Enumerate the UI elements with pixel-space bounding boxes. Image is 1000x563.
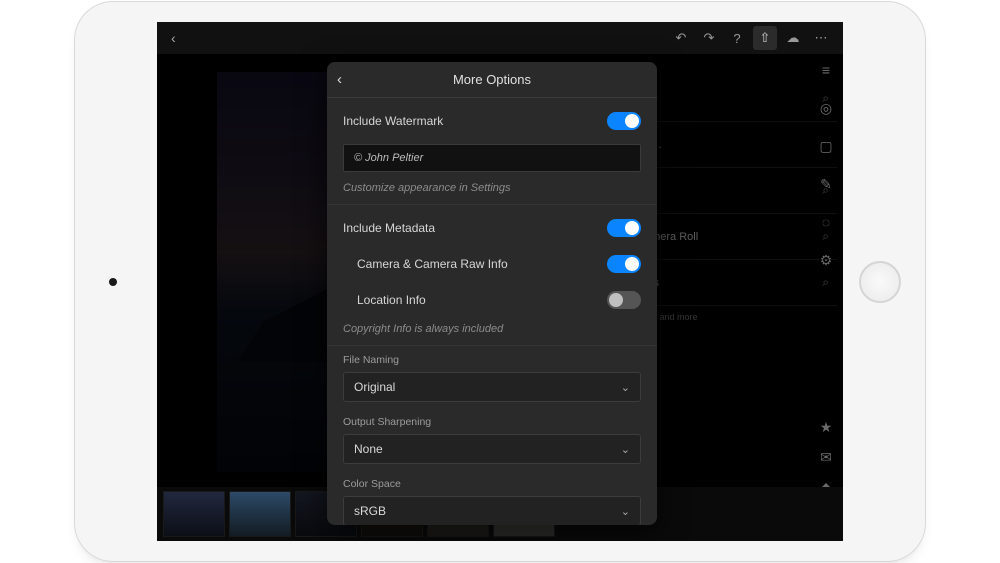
chevron-down-icon: ⌄ bbox=[621, 443, 630, 456]
filmstrip-thumb[interactable] bbox=[163, 491, 225, 537]
redo-icon[interactable]: ↷ bbox=[697, 26, 721, 50]
share-background-list: ⌕ e… ⌕ amera Roll ⌕ les ⌕ ing and more bbox=[637, 76, 837, 328]
ipad-frame: ‹ ↶ ↷ ? ⇧ ☁ ⋯ ≡ ◎ ▢ ✎ ◌ ⚙ ★ ✉ ◆ ⓘ bbox=[75, 2, 925, 561]
share-row[interactable]: ⌕ bbox=[637, 76, 837, 122]
file-naming-label: File Naming bbox=[343, 354, 641, 366]
ipad-home-button[interactable] bbox=[859, 261, 901, 303]
watermark-section: Include Watermark Customize appearance i… bbox=[327, 98, 657, 205]
toggle-pair-icon: ⌕ bbox=[822, 275, 829, 290]
popover-back-icon[interactable]: ‹ bbox=[337, 71, 342, 88]
include-watermark-label: Include Watermark bbox=[343, 114, 443, 128]
metadata-hint: Copyright Info is always included bbox=[343, 323, 641, 335]
color-space-select[interactable]: sRGB ⌄ bbox=[343, 496, 641, 525]
share-desc-text: ing and more bbox=[637, 306, 837, 328]
share-icon[interactable]: ⇧ bbox=[753, 26, 777, 50]
file-naming-select[interactable]: Original ⌄ bbox=[343, 372, 641, 402]
popover-header: ‹ More Options bbox=[327, 62, 657, 98]
location-info-label: Location Info bbox=[357, 293, 426, 307]
chevron-down-icon: ⌄ bbox=[621, 505, 630, 518]
star-icon[interactable]: ★ bbox=[818, 419, 834, 435]
toggle-pair-icon: ⌕ bbox=[822, 229, 829, 244]
watermark-hint: Customize appearance in Settings bbox=[343, 182, 641, 194]
output-sharpening-value: None bbox=[354, 442, 383, 456]
toggle-pair-icon: ⌕ bbox=[822, 91, 829, 106]
app-screen: ‹ ↶ ↷ ? ⇧ ☁ ⋯ ≡ ◎ ▢ ✎ ◌ ⚙ ★ ✉ ◆ ⓘ bbox=[157, 22, 843, 541]
color-space-group: Color Space sRGB ⌄ bbox=[327, 474, 657, 525]
include-metadata-label: Include Metadata bbox=[343, 221, 435, 235]
share-row[interactable]: e… bbox=[637, 122, 837, 168]
color-space-value: sRGB bbox=[354, 504, 386, 518]
share-row[interactable]: ⌕ bbox=[637, 168, 837, 214]
toggle-pair-icon: ⌕ bbox=[822, 183, 829, 198]
chevron-down-icon: ⌄ bbox=[621, 381, 630, 394]
undo-icon[interactable]: ↶ bbox=[669, 26, 693, 50]
file-naming-value: Original bbox=[354, 380, 395, 394]
more-icon[interactable]: ⋯ bbox=[809, 26, 833, 50]
cloud-sync-icon[interactable]: ☁ bbox=[781, 26, 805, 50]
comment-icon[interactable]: ✉ bbox=[818, 449, 834, 465]
output-sharpening-label: Output Sharpening bbox=[343, 416, 641, 428]
filmstrip-thumb[interactable] bbox=[229, 491, 291, 537]
color-space-label: Color Space bbox=[343, 478, 641, 490]
popover-title: More Options bbox=[453, 72, 531, 87]
camera-info-toggle[interactable] bbox=[607, 255, 641, 273]
camera-info-label: Camera & Camera Raw Info bbox=[357, 257, 508, 271]
output-sharpening-group: Output Sharpening None ⌄ bbox=[327, 412, 657, 474]
watermark-text-field[interactable] bbox=[343, 144, 641, 172]
more-options-popover: ‹ More Options Include Watermark Customi… bbox=[327, 62, 657, 525]
share-row[interactable]: amera Roll ⌕ bbox=[637, 214, 837, 260]
output-sharpening-select[interactable]: None ⌄ bbox=[343, 434, 641, 464]
metadata-section: Include Metadata Camera & Camera Raw Inf… bbox=[327, 205, 657, 346]
location-info-toggle[interactable] bbox=[607, 291, 641, 309]
include-metadata-toggle[interactable] bbox=[607, 219, 641, 237]
top-toolbar: ‹ ↶ ↷ ? ⇧ ☁ ⋯ bbox=[157, 22, 843, 54]
file-naming-group: File Naming Original ⌄ bbox=[327, 346, 657, 412]
share-row[interactable]: les ⌕ bbox=[637, 260, 837, 306]
ipad-camera bbox=[109, 278, 117, 286]
include-watermark-toggle[interactable] bbox=[607, 112, 641, 130]
help-icon[interactable]: ? bbox=[725, 26, 749, 50]
toolbar-back-icon[interactable]: ‹ bbox=[165, 30, 182, 46]
